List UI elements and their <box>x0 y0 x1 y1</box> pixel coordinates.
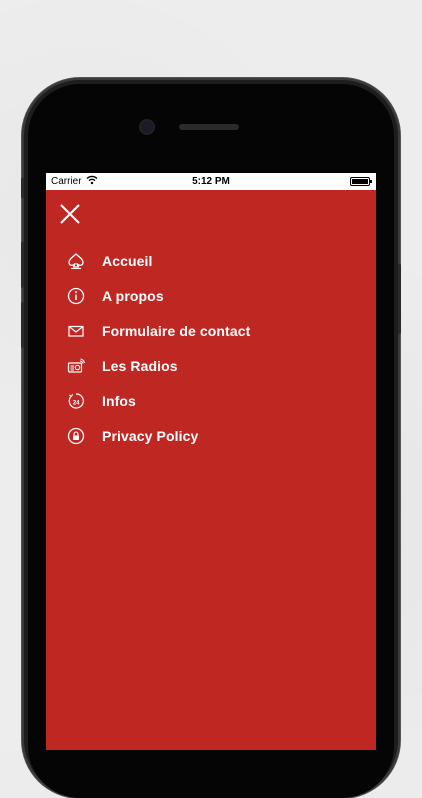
menu-item-privacy[interactable]: Privacy Policy <box>46 421 376 451</box>
spade-home-icon <box>66 251 86 271</box>
menu-label: Privacy Policy <box>102 428 199 444</box>
phone-power-button <box>398 264 401 334</box>
info-icon <box>66 286 86 306</box>
app-screen: Carrier 5:12 PM Accueil A propos Formula… <box>46 173 376 750</box>
menu-label: Formulaire de contact <box>102 323 251 339</box>
24h-icon: 24 <box>66 391 86 411</box>
menu-item-infos[interactable]: 24 Infos <box>46 386 376 416</box>
phone-side-button <box>21 178 24 198</box>
menu-label: Infos <box>102 393 136 409</box>
menu-label: A propos <box>102 288 164 304</box>
menu-item-radios[interactable]: Les Radios <box>46 351 376 381</box>
menu-item-contact[interactable]: Formulaire de contact <box>46 316 376 346</box>
phone-volume-down <box>21 302 24 348</box>
menu-item-a-propos[interactable]: A propos <box>46 281 376 311</box>
menu-item-accueil[interactable]: Accueil <box>46 246 376 276</box>
front-camera <box>141 121 153 133</box>
close-icon <box>60 204 80 224</box>
menu-label: Les Radios <box>102 358 178 374</box>
close-menu-button[interactable] <box>58 202 82 226</box>
status-bar: Carrier 5:12 PM <box>46 173 376 190</box>
radio-icon <box>66 356 86 376</box>
status-time: 5:12 PM <box>192 176 230 187</box>
phone-volume-up <box>21 242 24 288</box>
lock-icon <box>66 426 86 446</box>
earpiece-speaker <box>179 124 239 130</box>
svg-text:24: 24 <box>73 400 80 406</box>
battery-icon <box>350 177 372 186</box>
mail-icon <box>66 321 86 341</box>
menu-label: Accueil <box>102 253 153 269</box>
